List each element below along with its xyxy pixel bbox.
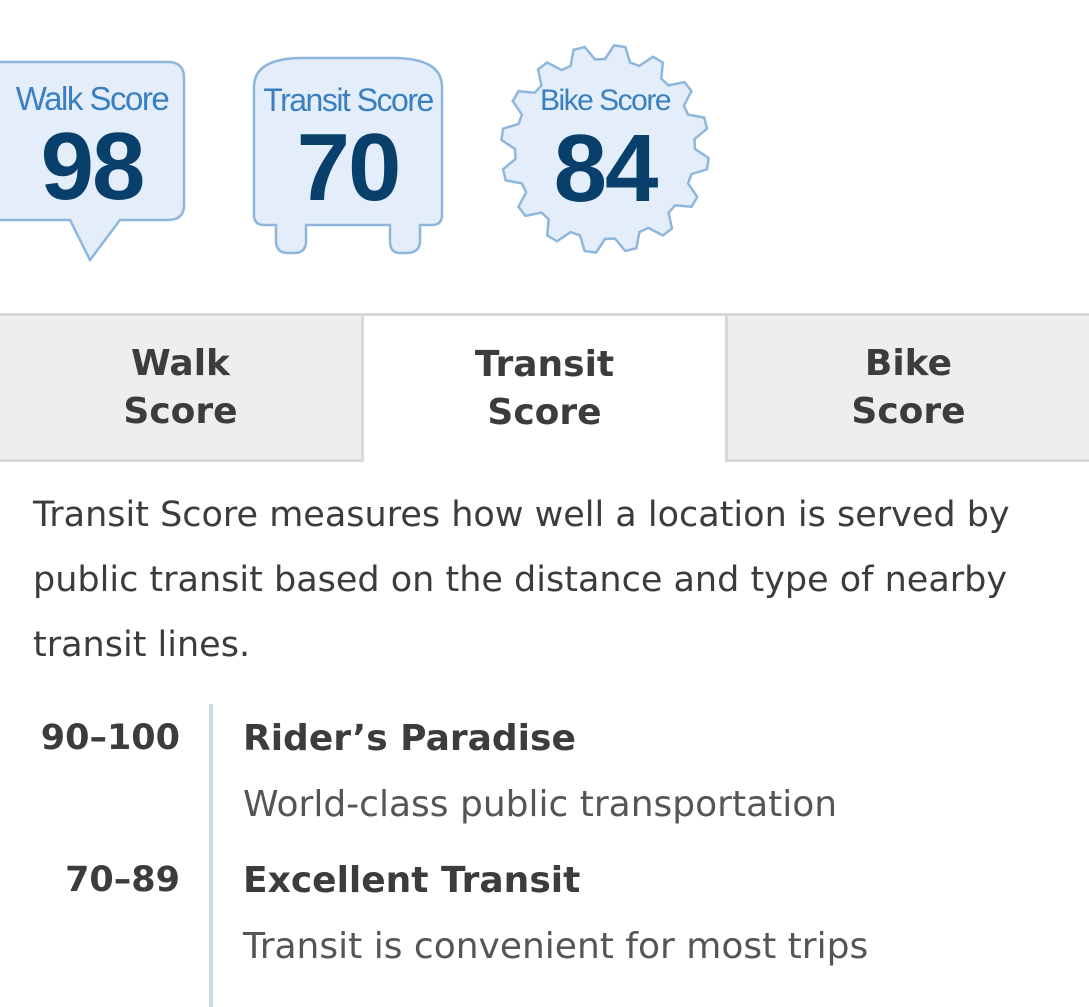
bike-score-value: 84 xyxy=(553,115,659,222)
scale-title: Rider’s Paradise xyxy=(243,718,576,759)
scale-description: World-class public transportation xyxy=(243,784,838,825)
transit-score-badge: Transit Score 70 xyxy=(250,55,446,260)
score-scale: 90–100 Rider’s Paradise World-class publ… xyxy=(0,700,1089,1007)
scale-description: Transit is convenient for most trips xyxy=(243,926,869,967)
score-tabs: Walk Score Transit Score Bike Score xyxy=(0,313,1089,462)
scale-range: 90–100 xyxy=(40,718,180,758)
scale-title: Excellent Transit xyxy=(243,860,581,901)
score-badges: Walk Score 98 Transit Score 70 Bike Scor… xyxy=(0,0,1089,300)
transit-score-value: 70 xyxy=(296,114,402,221)
tab-bike-score-label: Bike Score xyxy=(851,342,966,432)
tab-transit-score[interactable]: Transit Score xyxy=(361,313,728,462)
tab-transit-score-label: Transit Score xyxy=(474,344,615,433)
tab-bike-score[interactable]: Bike Score xyxy=(728,313,1089,462)
bike-score-badge: Bike Score 84 xyxy=(498,42,712,256)
scale-divider xyxy=(209,704,213,1007)
tab-walk-score-label: Walk Score xyxy=(123,342,238,432)
transit-score-description: Transit Score measures how well a locati… xyxy=(33,495,1010,665)
walk-score-badge: Walk Score 98 xyxy=(0,60,190,265)
bike-score-label: Bike Score xyxy=(539,84,672,117)
walk-score-value: 98 xyxy=(40,113,146,220)
tab-walk-score[interactable]: Walk Score xyxy=(0,313,361,462)
scale-range: 70–89 xyxy=(65,860,180,900)
